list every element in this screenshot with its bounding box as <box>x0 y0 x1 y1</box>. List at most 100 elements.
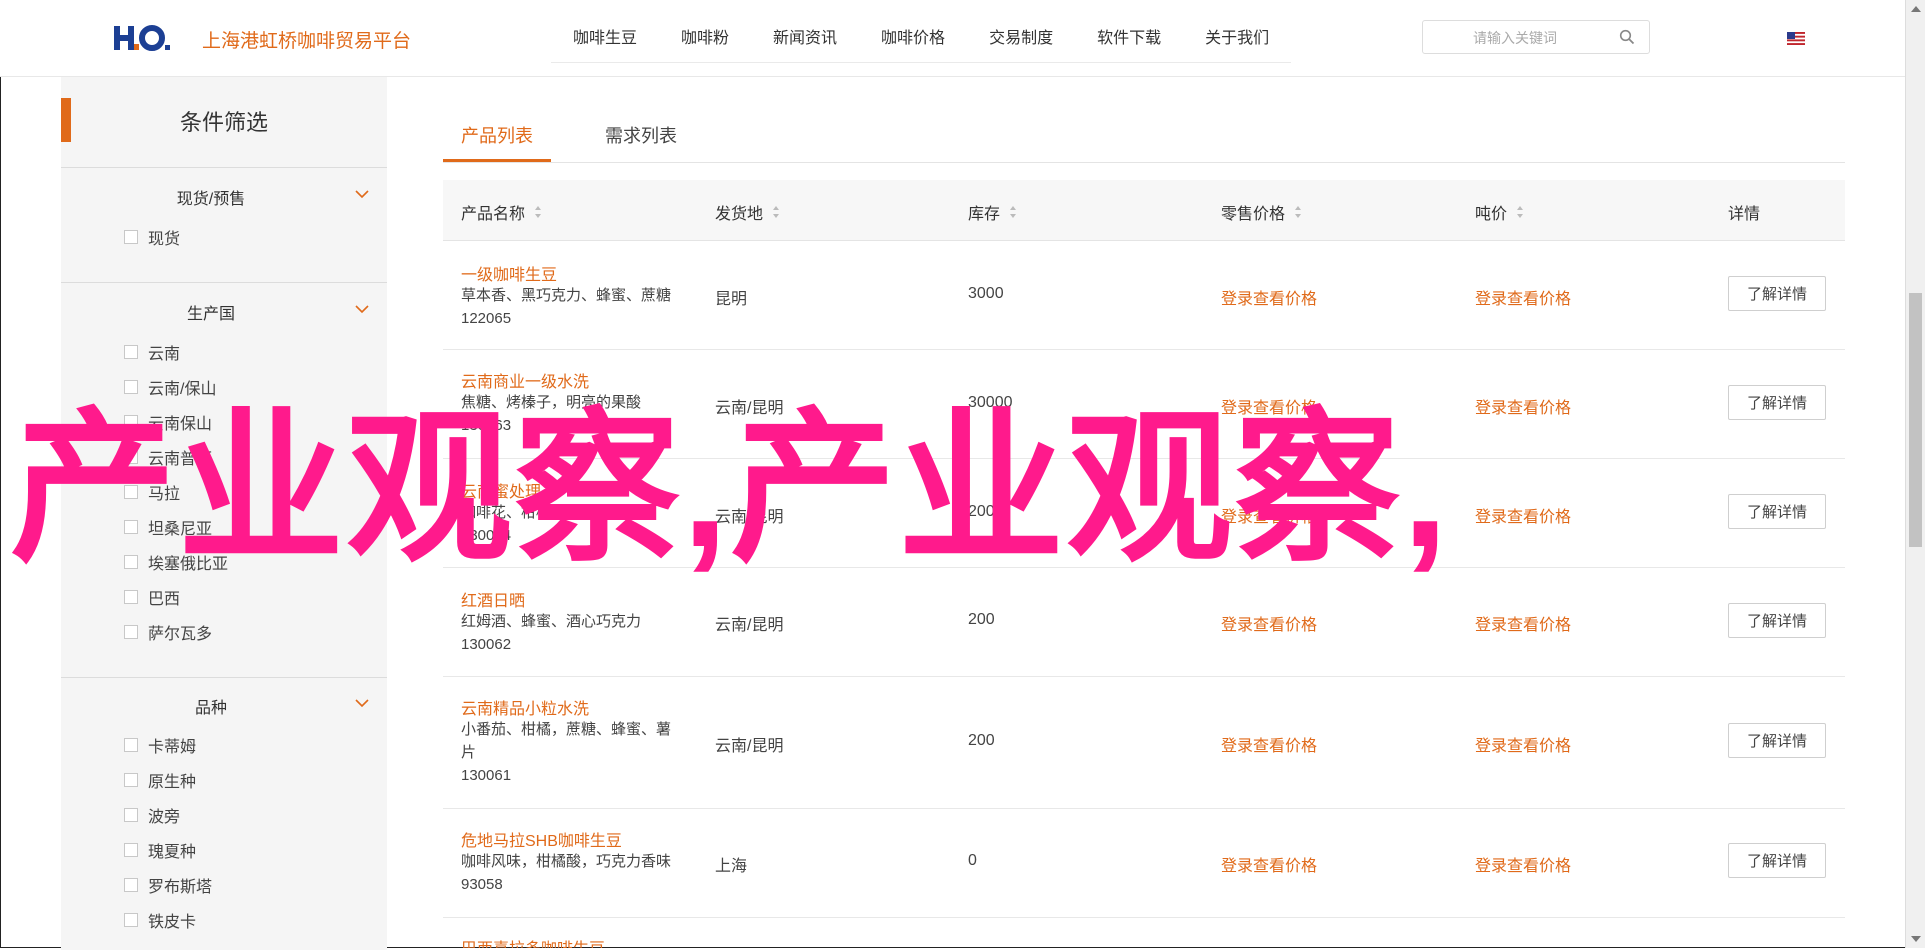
nav-item-coffee-price[interactable]: 咖啡价格 <box>859 20 967 62</box>
sort-icon[interactable] <box>1294 205 1302 219</box>
checkbox[interactable] <box>124 878 138 892</box>
sort-icon[interactable] <box>1516 205 1524 219</box>
filter-option-geisha[interactable]: 瑰夏种 <box>124 839 196 861</box>
checkbox[interactable] <box>124 345 138 359</box>
details-button[interactable]: 了解详情 <box>1728 603 1826 638</box>
product-name-link[interactable]: 云南精品小粒水洗 <box>461 695 589 719</box>
chevron-down-icon[interactable] <box>354 187 370 201</box>
product-description: 小番茄、柑橘，蔗糖、蜂蜜、薯片 <box>461 721 672 761</box>
checkbox[interactable] <box>124 590 138 604</box>
checkbox[interactable] <box>124 230 138 244</box>
us-flag-icon[interactable] <box>1787 32 1805 45</box>
checkbox[interactable] <box>124 913 138 927</box>
filter-option-native[interactable]: 原生种 <box>124 769 196 791</box>
scroll-down-arrow-icon[interactable] <box>1911 936 1921 942</box>
retail-price-login-link[interactable]: 登录查看价格 <box>1221 732 1317 756</box>
details-button[interactable]: 了解详情 <box>1728 385 1826 420</box>
chevron-down-icon[interactable] <box>354 302 370 316</box>
search-box <box>1422 20 1655 55</box>
top-header: 上海港虹桥咖啡贸易平台 咖啡生豆 咖啡粉 新闻资讯 咖啡价格 交易制度 软件下载… <box>0 0 1905 77</box>
filter-option-typica[interactable]: 铁皮卡 <box>124 909 196 931</box>
checkbox[interactable] <box>124 380 138 394</box>
divider <box>61 167 387 168</box>
sort-icon[interactable] <box>534 205 542 219</box>
product-origin: 上海 <box>715 858 748 875</box>
site-logo-icon[interactable] <box>112 20 172 56</box>
checkbox[interactable] <box>124 738 138 752</box>
checkbox[interactable] <box>124 773 138 787</box>
sort-icon[interactable] <box>772 205 780 219</box>
product-origin: 昆明 <box>715 291 748 308</box>
ton-price-login-link[interactable]: 登录查看价格 <box>1475 285 1571 309</box>
filter-group-label: 品种 <box>194 700 227 717</box>
column-header-product-name[interactable]: 产品名称 <box>461 200 542 224</box>
product-code: 122065 <box>461 310 512 327</box>
watermark-overlay: 产业观察,产业观察, <box>10 397 1451 582</box>
ton-price-login-link[interactable]: 登录查看价格 <box>1475 611 1571 635</box>
retail-price-login-link[interactable]: 登录查看价格 <box>1221 611 1317 635</box>
details-button[interactable]: 了解详情 <box>1728 723 1826 758</box>
column-header-details: 详情 <box>1728 206 1761 223</box>
table-row: 一级咖啡生豆 草本香、黑巧克力、蜂蜜、蔗糖 122065 昆明 3000 登录查… <box>443 241 1845 350</box>
filter-option-robusta[interactable]: 罗布斯塔 <box>124 874 212 896</box>
tab-demand-list[interactable]: 需求列表 <box>605 122 677 148</box>
filter-option-catimor[interactable]: 卡蒂姆 <box>124 734 196 756</box>
product-name-link[interactable]: 巴西喜拉多咖啡生豆 <box>461 935 605 948</box>
product-description: 草本香、黑巧克力、蜂蜜、蔗糖 <box>461 287 672 304</box>
filter-option-spot[interactable]: 现货 <box>124 226 180 248</box>
checkbox[interactable] <box>124 843 138 857</box>
nav-item-software-download[interactable]: 软件下载 <box>1075 20 1183 62</box>
scroll-up-arrow-icon[interactable] <box>1911 6 1921 12</box>
vertical-scrollbar[interactable] <box>1905 0 1925 948</box>
scroll-thumb[interactable] <box>1909 293 1922 547</box>
filter-group-variety[interactable]: 品种 <box>61 694 387 717</box>
nav-item-green-beans[interactable]: 咖啡生豆 <box>551 20 659 62</box>
chevron-down-icon[interactable] <box>354 696 370 710</box>
column-header-ton-price[interactable]: 吨价 <box>1475 200 1524 224</box>
product-name-link[interactable]: 云南商业一级水洗 <box>461 368 589 392</box>
nav-item-coffee-powder[interactable]: 咖啡粉 <box>659 20 751 62</box>
nav-item-trading-rules[interactable]: 交易制度 <box>967 20 1075 62</box>
filter-group-origin-country[interactable]: 生产国 <box>61 300 387 323</box>
product-description: 红姆酒、蜂蜜、酒心巧克力 <box>461 613 642 630</box>
product-name-link[interactable]: 一级咖啡生豆 <box>461 261 557 285</box>
checkbox[interactable] <box>124 625 138 639</box>
tab-product-list[interactable]: 产品列表 <box>461 122 533 148</box>
filter-group-label: 生产国 <box>186 306 235 323</box>
product-stock: 200 <box>968 732 995 749</box>
details-button[interactable]: 了解详情 <box>1728 494 1826 529</box>
retail-price-login-link[interactable]: 登录查看价格 <box>1221 852 1317 876</box>
column-header-retail-price[interactable]: 零售价格 <box>1221 200 1302 224</box>
sort-icon[interactable] <box>1009 205 1017 219</box>
product-name-link[interactable]: 红酒日晒 <box>461 587 525 611</box>
filter-option-el-salvador[interactable]: 萨尔瓦多 <box>124 621 212 643</box>
filter-option-brazil[interactable]: 巴西 <box>124 586 180 608</box>
filter-option-bourbon[interactable]: 波旁 <box>124 804 180 826</box>
details-button[interactable]: 了解详情 <box>1728 276 1826 311</box>
ton-price-login-link[interactable]: 登录查看价格 <box>1475 732 1571 756</box>
product-code: 130061 <box>461 767 512 784</box>
filter-group-stock-type[interactable]: 现货/预售 <box>61 185 387 208</box>
column-header-origin[interactable]: 发货地 <box>715 200 780 224</box>
divider <box>61 677 387 678</box>
filter-title: 条件筛选 <box>179 110 268 135</box>
site-title[interactable]: 上海港虹桥咖啡贸易平台 <box>202 26 411 53</box>
ton-price-login-link[interactable]: 登录查看价格 <box>1475 503 1571 527</box>
active-tab-indicator <box>443 159 551 162</box>
ton-price-login-link[interactable]: 登录查看价格 <box>1475 852 1571 876</box>
nav-item-news[interactable]: 新闻资讯 <box>751 20 859 62</box>
table-row: 危地马拉SHB咖啡生豆 咖啡风味，柑橘酸，巧克力香味 93058 上海 0 登录… <box>443 809 1845 918</box>
search-icon[interactable] <box>1619 29 1635 45</box>
column-header-stock[interactable]: 库存 <box>968 200 1017 224</box>
product-name-link[interactable]: 危地马拉SHB咖啡生豆 <box>461 827 622 851</box>
filter-option-yunnan[interactable]: 云南 <box>124 341 180 363</box>
ton-price-login-link[interactable]: 登录查看价格 <box>1475 394 1571 418</box>
product-stock: 0 <box>968 852 977 869</box>
table-row: 巴西喜拉多咖啡生豆 <box>443 918 1845 948</box>
filter-group-label: 现货/预售 <box>176 191 246 208</box>
product-stock: 3000 <box>968 285 1004 302</box>
retail-price-login-link[interactable]: 登录查看价格 <box>1221 285 1317 309</box>
nav-item-about-us[interactable]: 关于我们 <box>1183 20 1291 62</box>
checkbox[interactable] <box>124 808 138 822</box>
details-button[interactable]: 了解详情 <box>1728 843 1826 878</box>
